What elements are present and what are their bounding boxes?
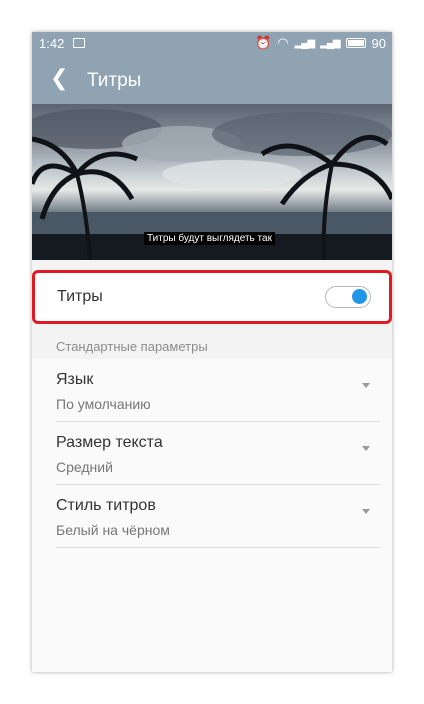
setting-value: По умолчанию xyxy=(56,396,151,412)
status-time: 1:42 xyxy=(39,36,65,51)
status-icons: ⏰ ◠ ▂▄▆ ▂▄▆ 90 xyxy=(255,35,386,51)
caption-sample-text: Титры будут выглядеть так xyxy=(144,232,275,245)
setting-name: Язык xyxy=(56,371,94,388)
alarm-icon: ⏰ xyxy=(255,35,272,50)
setting-name: Размер текста xyxy=(56,434,163,451)
setting-value: Белый на чёрном xyxy=(56,522,170,538)
image-notification-icon xyxy=(73,38,85,48)
dropdown-arrow-icon xyxy=(362,446,370,451)
settings-list: Язык По умолчанию Размер текста Средний … xyxy=(32,359,392,672)
battery-level: 90 xyxy=(371,35,386,51)
setting-language[interactable]: Язык По умолчанию xyxy=(56,359,380,422)
section-title: Стандартные параметры xyxy=(56,339,208,354)
captions-toggle-row[interactable]: Титры xyxy=(32,270,392,324)
setting-name: Стиль титров xyxy=(56,497,156,514)
switch-knob xyxy=(352,289,367,304)
wifi-icon: ◠ xyxy=(277,35,289,50)
setting-value: Средний xyxy=(56,459,113,475)
dropdown-arrow-icon xyxy=(362,509,370,514)
captions-toggle-label: Титры xyxy=(57,288,103,305)
page-title: Титры xyxy=(87,70,142,91)
setting-text-size[interactable]: Размер текста Средний xyxy=(56,422,380,485)
phone-screen: 1:42 ⏰ ◠ ▂▄▆ ▂▄▆ 90 ❮ Титры Титры будут … xyxy=(32,32,392,672)
setting-caption-style[interactable]: Стиль титров Белый на чёрном xyxy=(56,485,380,548)
signal-icon-2: ▂▄▆ xyxy=(320,37,340,49)
caption-preview-image: Титры будут выглядеть так xyxy=(32,104,392,260)
app-bar: ❮ Титры xyxy=(32,56,392,104)
dropdown-arrow-icon xyxy=(362,383,370,388)
signal-icon: ▂▄▆ xyxy=(294,37,315,49)
battery-icon xyxy=(345,38,366,48)
status-bar: 1:42 ⏰ ◠ ▂▄▆ ▂▄▆ 90 xyxy=(32,32,392,56)
captions-switch[interactable] xyxy=(325,286,371,308)
back-arrow-icon[interactable]: ❮ xyxy=(50,67,68,89)
